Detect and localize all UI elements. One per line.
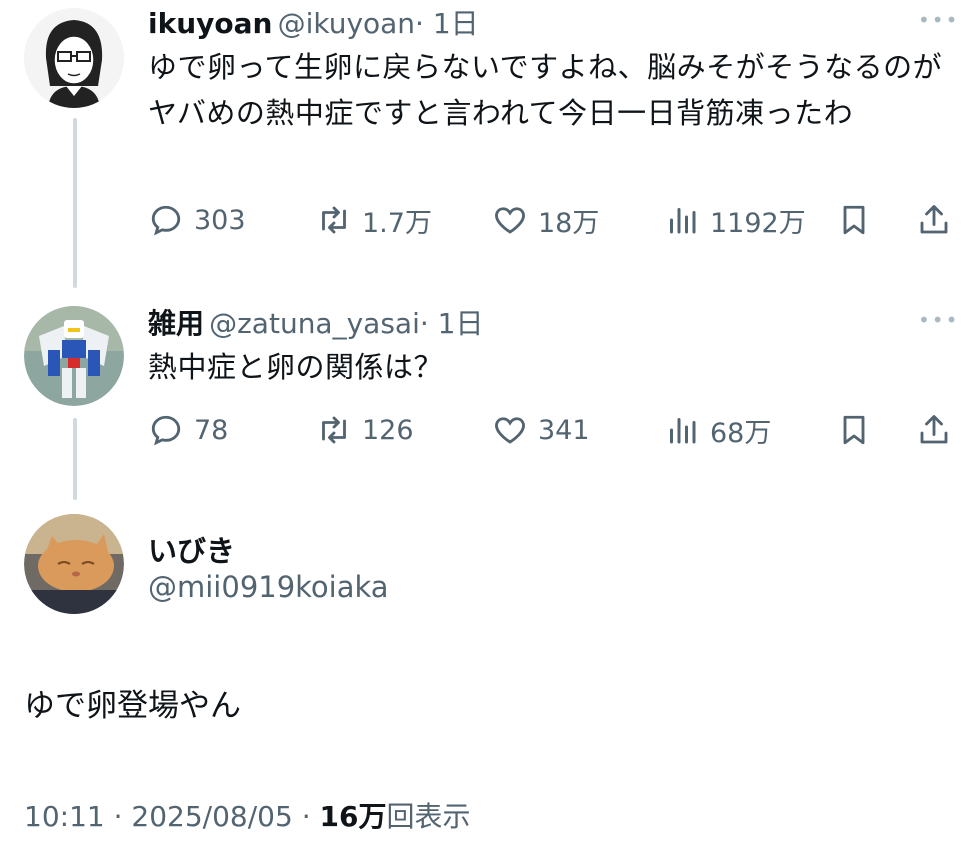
avatar[interactable]	[24, 514, 124, 614]
retweet-button[interactable]: 126	[316, 408, 414, 452]
separator: ·	[301, 800, 311, 833]
heart-icon	[495, 207, 525, 234]
robot-figure-avatar-icon	[24, 306, 124, 406]
tweet-author-handle[interactable]: @ikuyoan	[278, 7, 415, 40]
share-icon	[920, 415, 948, 444]
separator: ·	[113, 800, 123, 833]
share-button[interactable]	[916, 198, 952, 242]
thread-line	[73, 118, 77, 288]
tweet-action-bar: 78 126 341 68万	[148, 408, 958, 452]
tweet-date[interactable]: 2025/08/05	[131, 800, 292, 833]
tweet-time[interactable]: 10:11	[24, 800, 105, 833]
retweet-button[interactable]: 1.7万	[316, 198, 432, 242]
like-count: 341	[538, 414, 590, 446]
bookmark-icon	[843, 205, 865, 235]
bar-chart-icon	[670, 208, 696, 234]
heart-icon	[495, 417, 525, 444]
tweet-action-bar: 303 1.7万 18万 1192万	[148, 198, 958, 242]
view-count: 16万	[319, 800, 387, 833]
tweet-text: 熱中症と卵の関係は？	[148, 350, 444, 384]
reply-count: 303	[194, 204, 246, 236]
avatar[interactable]	[24, 8, 124, 108]
tweet-author-name[interactable]: ikuyoan	[148, 7, 272, 40]
views-button[interactable]: 1192万	[664, 198, 806, 242]
bookmark-icon	[843, 415, 865, 445]
reply-button[interactable]: 78	[148, 408, 228, 452]
more-options-icon[interactable]: •••	[918, 8, 959, 32]
like-button[interactable]: 18万	[492, 198, 599, 242]
thread-line	[73, 418, 77, 500]
reply-button[interactable]: 303	[148, 198, 246, 242]
retweet-count: 126	[362, 414, 414, 446]
share-button[interactable]	[916, 408, 952, 452]
tweet-text: ゆで卵って生卵に戻らないですよね、脳みそがそうなるのがヤバめの熱中症ですと言われ…	[148, 50, 943, 130]
tweet-metadata: 10:11 · 2025/08/05 · 16万回表示	[24, 795, 471, 835]
more-options-icon[interactable]: •••	[918, 308, 959, 332]
author-handle[interactable]: @mii0919koiaka	[148, 570, 389, 604]
reply-icon	[151, 415, 181, 446]
retweet-count: 1.7万	[362, 207, 432, 239]
view-count: 68万	[710, 417, 772, 449]
views-label: 回表示	[386, 800, 471, 833]
avatar[interactable]	[24, 306, 124, 406]
view-count: 1192万	[710, 207, 806, 239]
reply-icon	[151, 205, 181, 236]
bookmark-button[interactable]	[836, 198, 872, 242]
share-icon	[920, 205, 948, 234]
tweet-author-name[interactable]: 雑用	[148, 307, 204, 340]
bar-chart-icon	[670, 418, 696, 444]
author-name[interactable]: いびき	[148, 528, 235, 570]
tweet-timestamp[interactable]: · 1日	[415, 7, 479, 40]
tweet-timestamp[interactable]: · 1日	[420, 307, 484, 340]
views-button[interactable]: 68万	[664, 408, 771, 452]
glasses-person-avatar-icon	[24, 8, 124, 108]
like-count: 18万	[538, 207, 600, 239]
like-button[interactable]: 341	[492, 408, 590, 452]
tweet-author-handle[interactable]: @zatuna_yasai	[209, 307, 420, 340]
tweet-text: ゆで卵登場やん	[24, 688, 241, 724]
retweet-icon	[322, 206, 346, 234]
bookmark-button[interactable]	[836, 408, 872, 452]
cat-avatar-icon	[24, 514, 124, 614]
reply-count: 78	[194, 414, 229, 446]
retweet-icon	[322, 416, 346, 444]
